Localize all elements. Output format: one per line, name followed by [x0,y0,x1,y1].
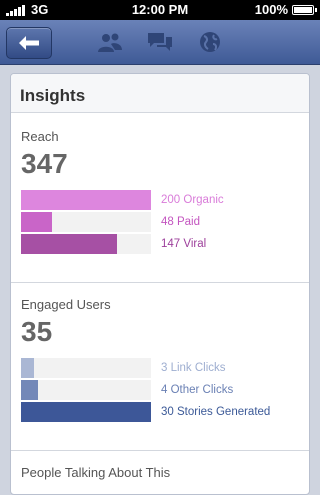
messages-icon[interactable] [146,30,174,54]
reach-bar-organic [21,190,151,210]
section-divider [11,450,309,451]
navigation-bar [0,20,320,65]
engaged-bar-link-clicks [21,358,34,378]
bar-row: 147 Viral [21,234,301,254]
reach-bars: 200 Organic 48 Paid 147 Viral [21,190,301,254]
reach-section: Reach 347 200 Organic 48 Paid 147 Viral [21,129,301,254]
engaged-users-value: 35 [21,316,53,347]
card-header: Insights [11,74,309,113]
back-button[interactable] [6,27,52,59]
engaged-users-label: Engaged Users [21,297,111,312]
friends-icon[interactable] [96,30,124,54]
engaged-users-bars: 3 Link Clicks 4 Other Clicks 30 Stories … [21,358,301,422]
people-talking-section: People Talking About This [21,465,301,480]
bar-row: 4 Other Clicks [21,380,301,400]
bar-row: 3 Link Clicks [21,358,301,378]
reach-label: Reach [21,129,59,144]
page-title: Insights [20,86,86,105]
battery-percent: 100% [254,2,288,17]
reach-bar-paid [21,212,52,232]
battery-area: 100% [254,2,317,17]
engaged-users-section: Engaged Users 35 3 Link Clicks 4 Other C… [21,297,301,422]
link-clicks-label: 3 Link Clicks [161,362,226,374]
bar-row: 30 Stories Generated [21,402,301,422]
bar-row: 200 Organic [21,190,301,210]
reach-organic-label: 200 Organic [161,194,224,206]
battery-icon [292,4,317,15]
insights-card: Insights Reach 347 200 Organic 48 Paid 1… [10,73,310,495]
engaged-bar-other-clicks [21,380,38,400]
reach-viral-label: 147 Viral [161,238,207,250]
back-arrow-icon [19,36,39,50]
notifications-globe-icon[interactable] [196,30,224,54]
people-talking-label: People Talking About This [21,465,171,480]
reach-value: 347 [21,148,68,179]
engaged-bar-stories-generated [21,402,151,422]
bar-row: 48 Paid [21,212,301,232]
other-clicks-label: 4 Other Clicks [161,384,234,396]
reach-paid-label: 48 Paid [161,216,201,228]
stories-generated-label: 30 Stories Generated [161,406,271,418]
status-bar: 3G 12:00 PM 100% [0,0,320,20]
reach-bar-viral [21,234,117,254]
section-divider [11,282,309,283]
